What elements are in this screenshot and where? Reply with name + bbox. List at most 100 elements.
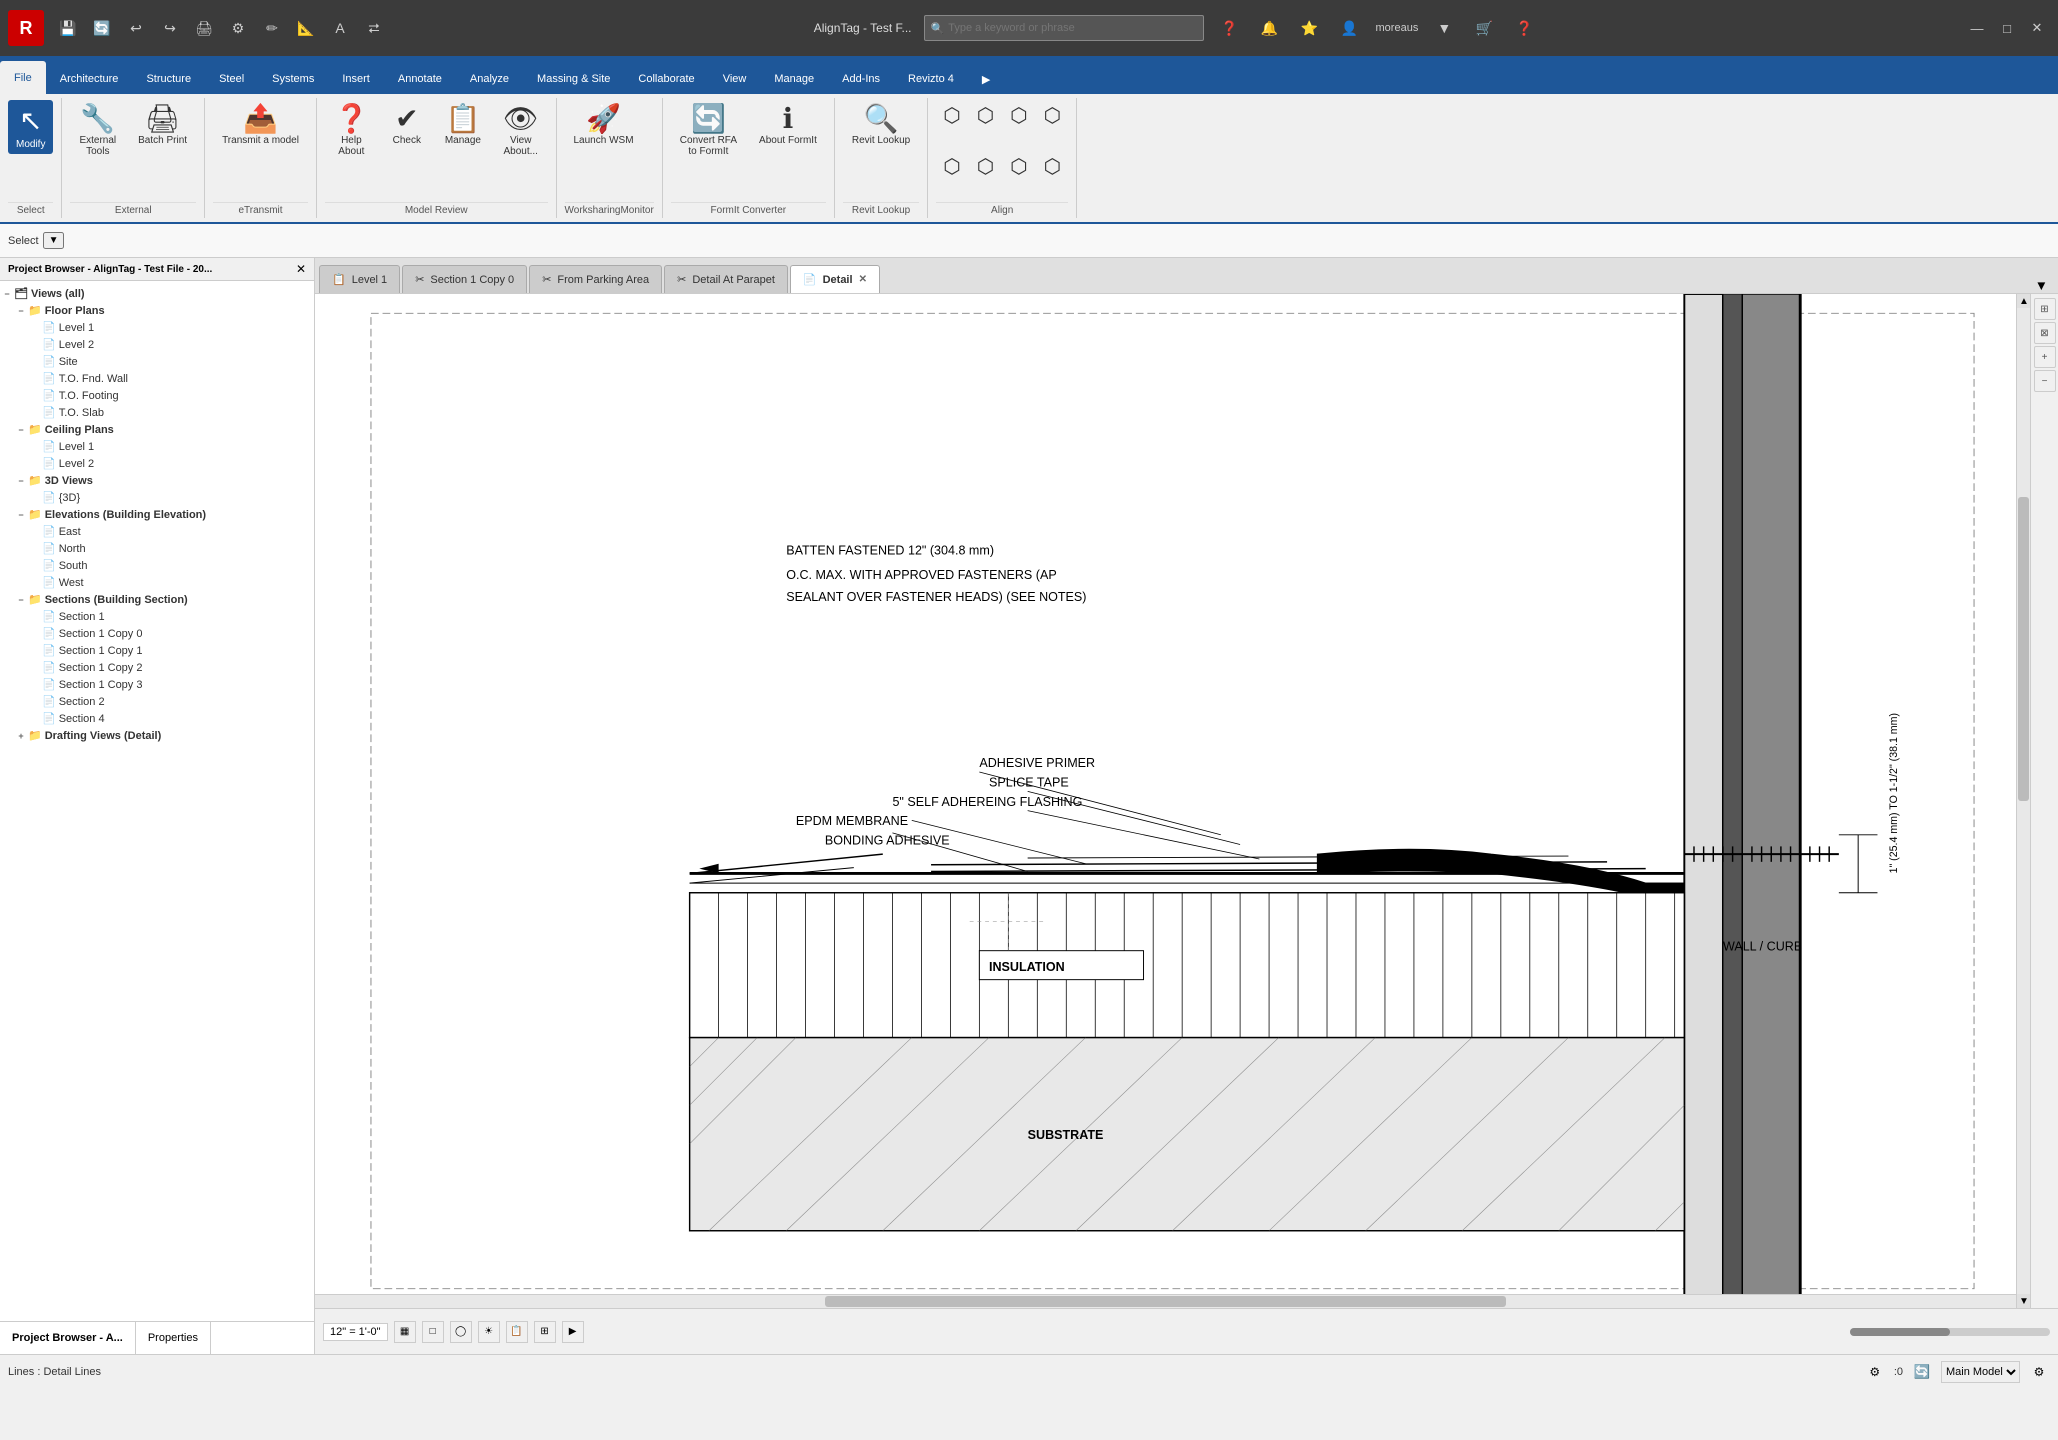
scroll-down-button[interactable]: ▼ <box>2017 1294 2030 1308</box>
workset-settings-button[interactable]: ⚙ <box>1864 1361 1886 1383</box>
tab-addins[interactable]: Add-Ins <box>828 64 894 94</box>
tree-item[interactable]: 📄North <box>0 540 314 557</box>
align-extra2-button[interactable]: ⬡ <box>1037 151 1068 182</box>
zoom-in-button[interactable]: + <box>2034 346 2056 368</box>
redo-button[interactable]: ↪ <box>156 14 184 42</box>
tree-item[interactable]: 📄Section 1 Copy 2 <box>0 659 314 676</box>
tree-item[interactable]: 📄T.O. Slab <box>0 404 314 421</box>
browser-close-button[interactable]: ✕ <box>296 262 306 276</box>
tab-revizto[interactable]: Revizto 4 <box>894 64 968 94</box>
tree-item[interactable]: 📄Level 2 <box>0 336 314 353</box>
browser-tab-properties[interactable]: Properties <box>136 1322 211 1354</box>
search-help-button[interactable]: ❓ <box>1216 14 1244 42</box>
tree-item[interactable]: 📄South <box>0 557 314 574</box>
tree-item[interactable]: 📄Section 2 <box>0 693 314 710</box>
tree-item[interactable]: 📄Section 1 Copy 0 <box>0 625 314 642</box>
more-button[interactable]: ▶ <box>562 1321 584 1343</box>
align-tr-button[interactable]: ⬡ <box>1003 100 1034 131</box>
vertical-scrollbar[interactable]: ▲ ▼ <box>2016 294 2030 1308</box>
view-tab-parapet[interactable]: ✂ Detail At Parapet <box>664 265 788 293</box>
search-box[interactable]: 🔍 <box>924 15 1204 41</box>
model-sync-button[interactable]: 🔄 <box>1911 1361 1933 1383</box>
notify-button[interactable]: 🔔 <box>1256 14 1284 42</box>
tree-item[interactable]: 📄Section 1 <box>0 608 314 625</box>
drawing-area[interactable]: BATTEN FASTENED 12" (304.8 mm) O.C. MAX.… <box>315 294 2030 1308</box>
detail-tab-close[interactable]: ✕ <box>859 274 867 285</box>
tree-item[interactable]: 📄Section 1 Copy 1 <box>0 642 314 659</box>
zoom-sheet-button[interactable]: ⊠ <box>2034 322 2056 344</box>
modify-button[interactable]: ↖ Modify <box>8 100 53 154</box>
minimize-button[interactable]: — <box>1964 15 1990 41</box>
tab-more[interactable]: ▶ <box>968 64 1004 94</box>
view-tab-detail[interactable]: 📄 Detail ✕ <box>790 265 880 293</box>
view-slider[interactable] <box>1850 1328 2050 1336</box>
tree-item[interactable]: −🗂Views (all) <box>0 285 314 302</box>
align-mr-button[interactable]: ⬡ <box>1003 151 1034 182</box>
tree-item[interactable]: −📁Floor Plans <box>0 302 314 319</box>
tree-item[interactable]: 📄Section 1 Copy 3 <box>0 676 314 693</box>
tree-item[interactable]: 📄West <box>0 574 314 591</box>
about-formit-button[interactable]: ℹ About FormIt <box>750 100 826 151</box>
arrow-button[interactable]: ⮂ <box>360 14 388 42</box>
tree-item[interactable]: 📄Level 1 <box>0 319 314 336</box>
browser-tab-project[interactable]: Project Browser - A... <box>0 1322 136 1354</box>
batch-print-button[interactable]: 🖨 Batch Print <box>129 100 196 151</box>
settings-button[interactable]: ⚙ <box>224 14 252 42</box>
zoom-out-button[interactable]: − <box>2034 370 2056 392</box>
tree-item[interactable]: −📁3D Views <box>0 472 314 489</box>
crop-button[interactable]: ⊞ <box>534 1321 556 1343</box>
tab-collaborate[interactable]: Collaborate <box>624 64 708 94</box>
browser-tree[interactable]: −🗂Views (all)−📁Floor Plans 📄Level 1 📄Lev… <box>0 281 314 1321</box>
close-button[interactable]: ✕ <box>2024 15 2050 41</box>
tab-systems[interactable]: Systems <box>258 64 328 94</box>
tree-item[interactable]: −📁Ceiling Plans <box>0 421 314 438</box>
zoom-region-button[interactable]: ⊞ <box>2034 298 2056 320</box>
tab-insert[interactable]: Insert <box>328 64 384 94</box>
tree-item[interactable]: 📄T.O. Fnd. Wall <box>0 370 314 387</box>
tree-item[interactable]: −📁Sections (Building Section) <box>0 591 314 608</box>
view-tabs-more-button[interactable]: ▼ <box>2029 278 2054 293</box>
sun-path-button[interactable]: ☀ <box>478 1321 500 1343</box>
tab-file[interactable]: File <box>0 61 46 94</box>
view-tab-section1copy0[interactable]: ✂ Section 1 Copy 0 <box>402 265 527 293</box>
hatch-button[interactable]: ▦ <box>394 1321 416 1343</box>
tab-annotate[interactable]: Annotate <box>384 64 456 94</box>
scroll-thumb-v[interactable] <box>2018 497 2029 801</box>
transmit-button[interactable]: 📤 Transmit a model <box>213 100 308 151</box>
save-button[interactable]: 💾 <box>54 14 82 42</box>
tree-item[interactable]: 📄{3D} <box>0 489 314 506</box>
text-button[interactable]: A <box>326 14 354 42</box>
tab-structure[interactable]: Structure <box>132 64 205 94</box>
sheets-button[interactable]: 📋 <box>506 1321 528 1343</box>
align-mc-button[interactable]: ⬡ <box>970 151 1001 182</box>
model-display-button[interactable]: □ <box>422 1321 444 1343</box>
launch-wsm-button[interactable]: 🚀 Launch WSM <box>565 100 643 151</box>
print-button[interactable]: 🖨 <box>190 14 218 42</box>
user-button[interactable]: 👤 <box>1336 14 1364 42</box>
help-about-button[interactable]: ❓ HelpAbout <box>325 100 378 162</box>
external-tools-button[interactable]: 🔧 ExternalTools <box>70 100 125 162</box>
tree-item[interactable]: 📄Level 1 <box>0 438 314 455</box>
tab-manage[interactable]: Manage <box>760 64 828 94</box>
scroll-thumb-h[interactable] <box>825 1296 1505 1307</box>
tab-architecture[interactable]: Architecture <box>46 64 133 94</box>
undo-button[interactable]: ↩ <box>122 14 150 42</box>
tree-item[interactable]: 📄Site <box>0 353 314 370</box>
star-button[interactable]: ⭐ <box>1296 14 1324 42</box>
tree-item[interactable]: +📁Drafting Views (Detail) <box>0 727 314 744</box>
align-ml-button[interactable]: ⬡ <box>936 151 967 182</box>
select-dropdown-button[interactable]: ▼ <box>43 232 65 249</box>
options-button[interactable]: ⚙ <box>2028 1361 2050 1383</box>
tree-item[interactable]: −📁Elevations (Building Elevation) <box>0 506 314 523</box>
view-tab-parking[interactable]: ✂ From Parking Area <box>529 265 662 293</box>
sync-button[interactable]: 🔄 <box>88 14 116 42</box>
tree-item[interactable]: 📄East <box>0 523 314 540</box>
user-dropdown-button[interactable]: ▼ <box>1430 14 1458 42</box>
tree-item[interactable]: 📄Section 4 <box>0 710 314 727</box>
align-extra-button[interactable]: ⬡ <box>1037 100 1068 131</box>
tab-view[interactable]: View <box>709 64 761 94</box>
tree-item[interactable]: 📄T.O. Footing <box>0 387 314 404</box>
maximize-button[interactable]: □ <box>1994 15 2020 41</box>
cart-button[interactable]: 🛒 <box>1470 14 1498 42</box>
check-button[interactable]: ✔ Check <box>382 100 432 151</box>
